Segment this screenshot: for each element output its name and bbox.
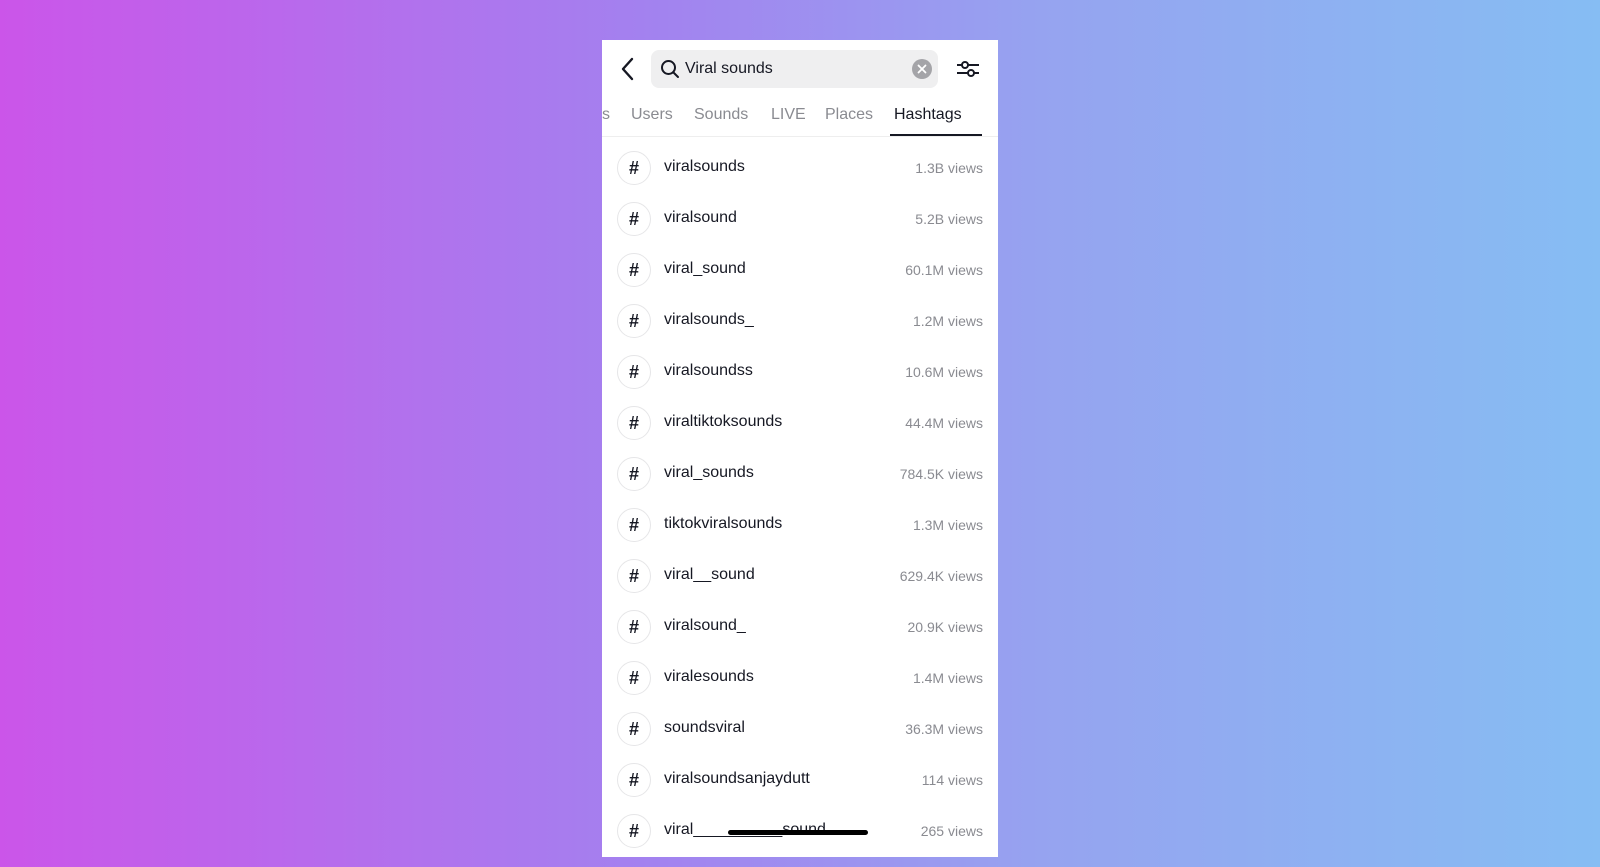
hashtag-row[interactable]: # soundsviral 36.3M views [602, 704, 998, 755]
hashtag-row[interactable]: # viralsoundsanjaydutt 114 views [602, 755, 998, 806]
tab-users[interactable]: Users [631, 106, 673, 124]
hashtag-icon: # [617, 253, 651, 287]
hashtag-views: 44.4M views [905, 415, 983, 431]
hashtag-row[interactable]: # viralsoundss 10.6M views [602, 347, 998, 398]
hashtag-row[interactable]: # viralesounds 1.4M views [602, 653, 998, 704]
search-header: Viral sounds [602, 50, 998, 88]
hashtag-row[interactable]: # viralsound_ 20.9K views [602, 602, 998, 653]
hashtag-icon: # [617, 355, 651, 389]
hashtag-name: viralsoundss [664, 362, 753, 379]
hashtag-views: 114 views [921, 772, 983, 788]
hashtag-name: viralsoundsanjaydutt [664, 770, 810, 787]
search-tabs: s Users Sounds LIVE Places Hashtags [602, 102, 998, 137]
filter-sliders-icon[interactable] [956, 57, 980, 81]
clear-search-icon[interactable] [912, 59, 932, 79]
hashtag-icon: # [617, 508, 651, 542]
hashtag-views: 629.4K views [899, 568, 983, 584]
search-input[interactable]: Viral sounds [651, 50, 938, 88]
hashtag-icon: # [617, 202, 651, 236]
hashtag-row[interactable]: # viral__sound 629.4K views [602, 551, 998, 602]
hashtag-row[interactable]: # viraltiktoksounds 44.4M views [602, 398, 998, 449]
hashtag-views: 1.4M views [912, 670, 983, 686]
hashtag-name: viraltiktoksounds [664, 413, 783, 430]
hashtag-row[interactable]: # viralsound 5.2B views [602, 194, 998, 245]
hashtag-icon: # [617, 712, 651, 746]
hashtag-icon: # [617, 304, 651, 338]
hashtag-icon: # [617, 661, 651, 695]
hashtag-views: 36.3M views [905, 721, 983, 737]
hashtag-name: viralsound_ [664, 617, 746, 634]
hashtag-row[interactable]: # viral_sound 60.1M views [602, 245, 998, 296]
hashtag-views: 10.6M views [905, 364, 983, 380]
hashtag-views: 1.3M views [912, 517, 983, 533]
active-tab-indicator [890, 134, 982, 136]
hashtag-icon: # [617, 763, 651, 797]
tab-sounds[interactable]: Sounds [694, 106, 748, 124]
hashtag-icon: # [617, 151, 651, 185]
hashtag-icon: # [617, 610, 651, 644]
hashtag-views: 60.1M views [905, 262, 983, 278]
hashtag-name: viral_sounds [664, 464, 754, 481]
search-icon [661, 60, 679, 78]
hashtag-views: 5.2B views [915, 211, 983, 227]
hashtag-views: 1.2M views [912, 313, 983, 329]
hashtag-name: viralesounds [664, 668, 754, 685]
hashtag-row[interactable]: # viralsounds_ 1.2M views [602, 296, 998, 347]
back-chevron-icon[interactable] [616, 56, 640, 82]
hashtag-name: tiktokviralsounds [664, 515, 783, 532]
hashtag-name: viral__sound [664, 566, 755, 583]
hashtag-row[interactable]: # tiktokviralsounds 1.3M views [602, 500, 998, 551]
tab-places[interactable]: Places [825, 106, 873, 124]
hashtag-name: viralsound [664, 209, 737, 226]
hashtag-row[interactable]: # viral_sounds 784.5K views [602, 449, 998, 500]
search-query[interactable]: Viral sounds [685, 60, 773, 78]
hashtag-icon: # [617, 406, 651, 440]
hashtag-views: 1.3B views [915, 160, 983, 176]
tab-partial[interactable]: s [602, 106, 610, 124]
hashtag-views: 784.5K views [899, 466, 983, 482]
tab-live[interactable]: LIVE [771, 106, 806, 124]
hashtag-views: 20.9K views [907, 619, 983, 635]
hashtag-name: viral_sound [664, 260, 746, 277]
hashtag-views: 265 views [920, 823, 983, 839]
phone-screen: Viral sounds s Users Sounds LIVE Places … [602, 40, 998, 857]
hashtag-name: viralsounds [664, 158, 745, 175]
tab-hashtags[interactable]: Hashtags [894, 106, 962, 124]
hashtag-icon: # [617, 814, 651, 848]
hashtag-icon: # [617, 457, 651, 491]
hashtag-name: viralsounds_ [664, 311, 754, 328]
hashtag-list: # viralsounds 1.3B views # viralsound 5.2B vi… [602, 143, 998, 857]
hashtag-icon: # [617, 559, 651, 593]
hashtag-name: soundsviral [664, 719, 745, 736]
hashtag-row[interactable]: # viralsounds 1.3B views [602, 143, 998, 194]
home-indicator [728, 830, 868, 835]
